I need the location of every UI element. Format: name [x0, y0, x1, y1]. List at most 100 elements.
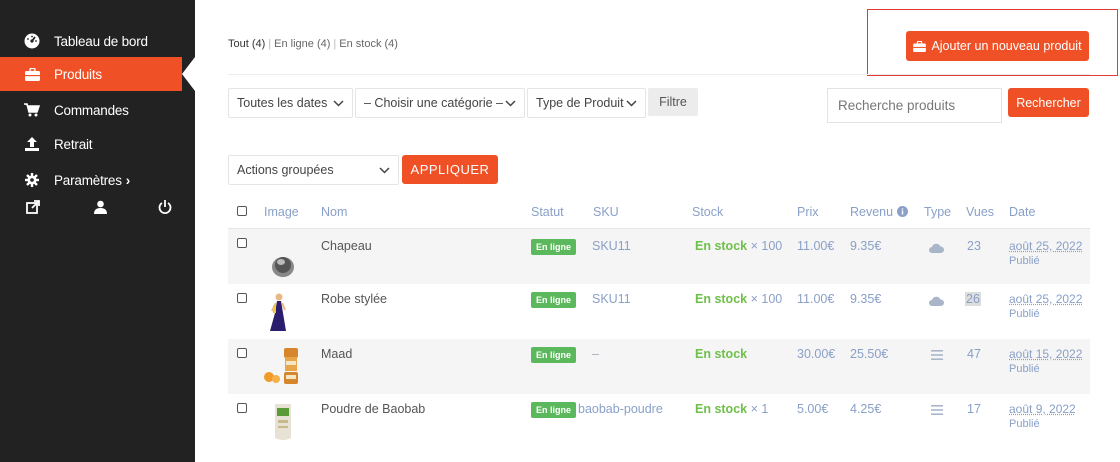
- product-revenue: 9.35€: [850, 292, 882, 306]
- status-badge: En ligne: [531, 347, 577, 363]
- product-type-select[interactable]: Type de Produit: [527, 88, 646, 118]
- product-thumbnail[interactable]: [262, 346, 302, 386]
- col-sku[interactable]: SKU: [593, 205, 619, 219]
- product-name[interactable]: Robe stylée: [321, 292, 387, 306]
- col-name[interactable]: Nom: [321, 205, 347, 219]
- product-views: 26: [965, 292, 981, 306]
- menu-icon: [931, 350, 943, 360]
- sidebar: Tableau de bord Produits Commandes Retra…: [0, 0, 195, 462]
- row-checkbox[interactable]: [237, 293, 247, 303]
- product-views: 17: [967, 402, 981, 416]
- product-name[interactable]: Maad: [321, 347, 352, 361]
- product-views: 23: [967, 239, 981, 253]
- status-badge: En ligne: [531, 402, 577, 418]
- table-row: Robe stylée En ligne SKU11 En stock × 10…: [228, 284, 1090, 339]
- cart-icon: [22, 103, 42, 117]
- table-row: Chapeau En ligne SKU11 En stock × 100 11…: [228, 229, 1090, 284]
- status-filters: Tout (4) | En ligne (4) | En stock (4): [228, 38, 398, 50]
- product-date: août 25, 2022: [1009, 292, 1083, 306]
- publish-status: Publié: [1009, 418, 1040, 430]
- gear-icon: [22, 173, 42, 187]
- product-name[interactable]: Chapeau: [321, 239, 372, 253]
- search-button[interactable]: Rechercher: [1008, 88, 1089, 117]
- sidebar-item-label: Paramètres: [54, 172, 122, 188]
- table-row: Maad En ligne – En stock 30.00€ 25.50€ 4…: [228, 339, 1090, 394]
- col-status: Statut: [531, 205, 564, 219]
- product-stock: En stock × 100: [695, 239, 783, 253]
- sidebar-tools: [0, 200, 195, 224]
- filter-all[interactable]: Tout (4): [228, 38, 265, 50]
- publish-status: Publié: [1009, 255, 1040, 267]
- product-thumbnail[interactable]: [268, 241, 298, 281]
- col-price[interactable]: Prix: [797, 205, 819, 219]
- briefcase-icon: [913, 40, 927, 52]
- add-product-button[interactable]: Ajouter un nouveau produit: [906, 31, 1089, 61]
- sidebar-item-settings[interactable]: Paramètres ›: [0, 163, 195, 197]
- product-thumbnail[interactable]: [272, 402, 294, 442]
- dates-select[interactable]: Toutes les dates: [228, 88, 353, 118]
- sidebar-item-label: Tableau de bord: [54, 33, 148, 49]
- publish-status: Publié: [1009, 363, 1040, 375]
- col-date[interactable]: Date: [1009, 205, 1035, 219]
- chevron-down-icon: [379, 167, 390, 174]
- product-date: août 9, 2022: [1009, 402, 1076, 416]
- info-icon: [896, 206, 908, 217]
- product-stock: En stock × 100: [695, 292, 783, 306]
- col-views: Vues: [966, 205, 995, 219]
- search-input[interactable]: Recherche produits: [827, 88, 1002, 123]
- sidebar-item-orders[interactable]: Commandes: [0, 93, 195, 127]
- chevron-down-icon: [505, 100, 516, 107]
- sidebar-item-label: Commandes: [54, 102, 129, 118]
- product-price: 30.00€: [797, 347, 836, 361]
- col-revenue: Revenu: [850, 205, 908, 219]
- product-views: 47: [967, 347, 981, 361]
- external-link-icon[interactable]: [23, 200, 43, 214]
- col-stock: Stock: [692, 205, 724, 219]
- table-row: Poudre de Baobab En ligne baobab-poudre …: [228, 394, 1090, 449]
- product-revenue: 4.25€: [850, 402, 882, 416]
- col-type: Type: [924, 205, 952, 219]
- product-revenue: 9.35€: [850, 239, 882, 253]
- sidebar-item-products[interactable]: Produits: [0, 57, 182, 91]
- publish-status: Publié: [1009, 308, 1040, 320]
- status-badge: En ligne: [531, 292, 577, 308]
- product-sku: baobab-poudre: [578, 402, 663, 416]
- chevron-down-icon: [626, 100, 637, 107]
- cloud-icon: [929, 243, 944, 253]
- product-thumbnail[interactable]: [264, 291, 292, 333]
- briefcase-icon: [22, 67, 42, 81]
- filter-button[interactable]: Filtre: [648, 88, 698, 116]
- product-sku: SKU11: [592, 239, 631, 253]
- product-name[interactable]: Poudre de Baobab: [321, 402, 425, 416]
- product-sku: SKU11: [592, 292, 631, 306]
- sidebar-item-withdraw[interactable]: Retrait: [0, 127, 195, 161]
- user-icon[interactable]: [90, 200, 110, 214]
- filter-instock[interactable]: En stock (4): [339, 38, 398, 50]
- col-image: Image: [264, 205, 299, 219]
- product-date: août 25, 2022: [1009, 239, 1083, 253]
- sidebar-item-label: Produits: [54, 66, 102, 82]
- row-checkbox[interactable]: [237, 403, 247, 413]
- product-date: août 15, 2022: [1009, 347, 1083, 361]
- status-badge: En ligne: [531, 239, 577, 255]
- product-price: 5.00€: [797, 402, 829, 416]
- apply-button[interactable]: APPLIQUER: [402, 155, 498, 184]
- chevron-right-icon: ›: [125, 172, 131, 188]
- filter-online[interactable]: En ligne (4): [274, 38, 330, 50]
- dashboard-icon: [22, 33, 42, 49]
- bulk-actions-select[interactable]: Actions groupées: [228, 155, 399, 185]
- menu-icon: [931, 405, 943, 415]
- row-checkbox[interactable]: [237, 238, 247, 248]
- category-select[interactable]: – Choisir une catégorie –: [355, 88, 525, 118]
- sidebar-item-dashboard[interactable]: Tableau de bord: [0, 24, 195, 58]
- row-checkbox[interactable]: [237, 348, 247, 358]
- chevron-down-icon: [333, 100, 344, 107]
- select-all-checkbox[interactable]: [237, 206, 247, 216]
- power-icon[interactable]: [155, 200, 175, 214]
- cloud-icon: [929, 296, 944, 306]
- divider: [228, 74, 1090, 75]
- upload-icon: [22, 137, 42, 151]
- product-revenue: 25.50€: [850, 347, 889, 361]
- product-stock: En stock: [695, 347, 748, 361]
- product-price: 11.00€: [797, 292, 835, 306]
